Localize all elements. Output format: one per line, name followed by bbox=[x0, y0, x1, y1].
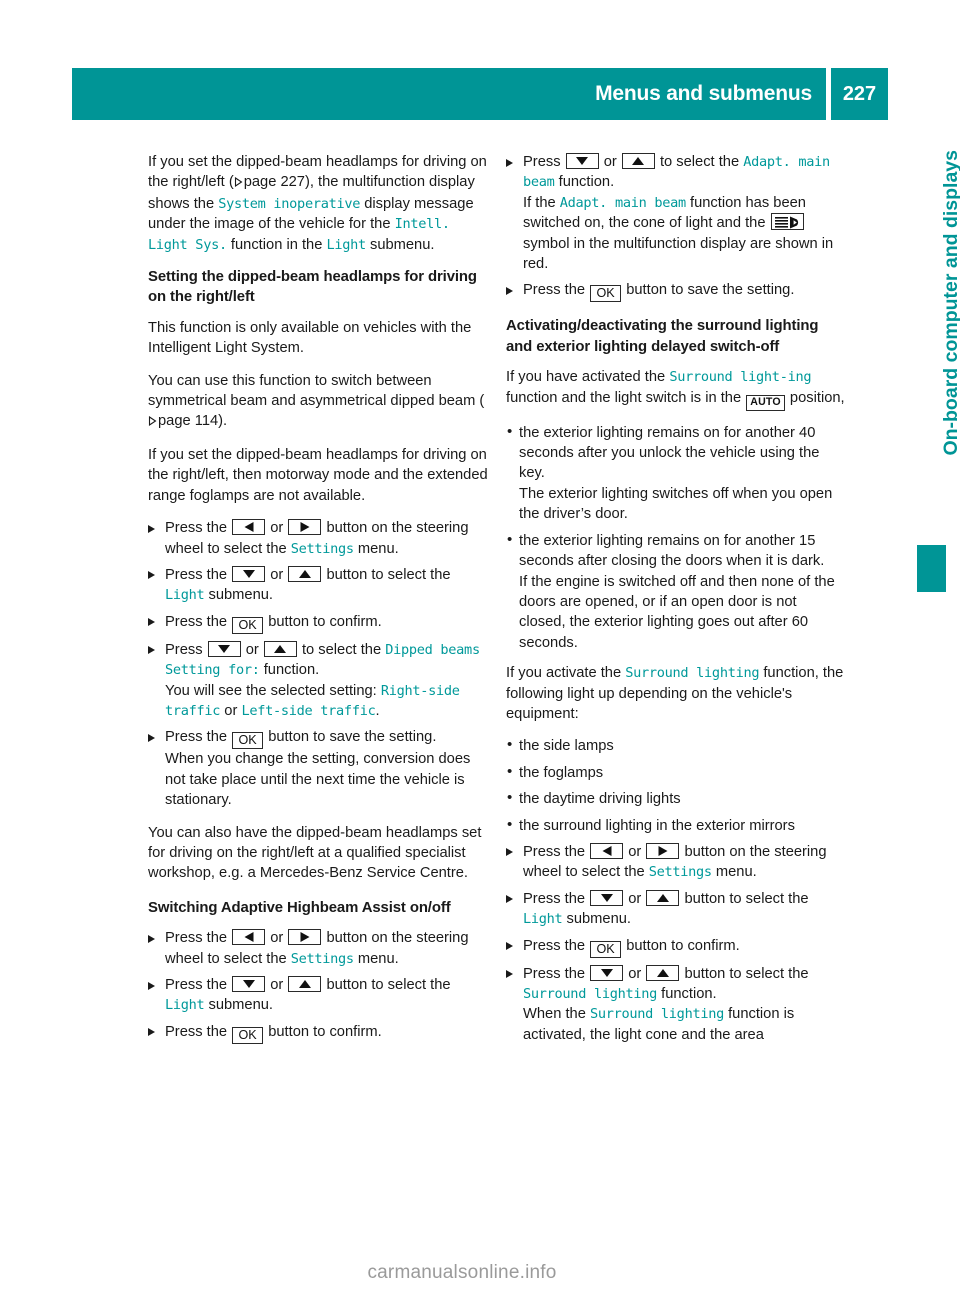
step-item: Press the or button on the steering whee… bbox=[148, 518, 488, 559]
chapter-side-label: On-board computer and displays bbox=[916, 150, 960, 570]
right-column: Press or to select the Adapt. main beam … bbox=[506, 152, 846, 1051]
step-item: Press the or button to select the Light … bbox=[148, 975, 488, 1016]
arrow-up-button-icon[interactable] bbox=[646, 889, 680, 906]
chapter-label-text: On-board computer and displays bbox=[940, 150, 960, 456]
page-title: Menus and submenus bbox=[595, 82, 812, 105]
header-title-bar: Menus and submenus bbox=[72, 68, 826, 120]
display-term: Light bbox=[165, 587, 205, 604]
bullet-item: the side lamps bbox=[506, 735, 846, 756]
bullet-item: the surround lighting in the exterior mi… bbox=[506, 815, 846, 836]
arrow-left-button-icon[interactable] bbox=[232, 929, 266, 946]
chapter-tab-marker bbox=[917, 545, 946, 592]
display-term: Settings bbox=[648, 864, 712, 881]
paragraph: If you set the dipped-beam headlamps for… bbox=[148, 446, 488, 504]
section-heading: Activating/deactivating the surround lig… bbox=[506, 318, 819, 355]
bullet-detail: If the engine is switched off and then n… bbox=[519, 573, 835, 651]
arrow-down-button-icon[interactable] bbox=[565, 153, 599, 169]
step-item: Press the OK button to save the setting. bbox=[506, 280, 846, 303]
arrow-up-button-icon[interactable] bbox=[288, 976, 322, 992]
step-item: Press or to select the Dipped beams Sett… bbox=[148, 640, 488, 722]
section-heading: Setting the dipped-beam headlamps for dr… bbox=[148, 269, 477, 306]
step-detail: When you change the setting, conversion … bbox=[165, 751, 471, 809]
arrow-down-button-icon[interactable] bbox=[207, 640, 241, 657]
paragraph: You can also have the dipped-beam headla… bbox=[148, 824, 482, 882]
arrow-up-button-icon[interactable] bbox=[646, 964, 680, 981]
section-heading: Switching Adaptive Highbeam Assist on/of… bbox=[148, 899, 451, 916]
step-item: Press or to select the Adapt. main beam … bbox=[506, 152, 846, 274]
bullet-item: the foglamps bbox=[506, 762, 846, 783]
footer-watermark: carmanualsonline.info bbox=[367, 1262, 557, 1283]
step-item: Press the OK button to confirm. bbox=[148, 1022, 488, 1044]
page-number: 227 bbox=[842, 82, 877, 105]
display-term: Adapt. main beam bbox=[559, 194, 686, 211]
arrow-down-button-icon[interactable] bbox=[232, 976, 266, 992]
bullet-item: the exterior lighting remains on for ano… bbox=[506, 422, 846, 525]
step-item: Press the or button to select the Light … bbox=[148, 565, 488, 606]
paragraph-intro: If you set the dipped-beam headlamps for… bbox=[148, 154, 487, 253]
display-term: Settings bbox=[290, 950, 354, 967]
auto-light-switch-icon: AUTO bbox=[746, 394, 785, 411]
display-term: Light bbox=[165, 997, 205, 1014]
page-reference-triangle-icon bbox=[148, 412, 157, 432]
left-column: If you set the dipped-beam headlamps for… bbox=[148, 152, 488, 1050]
display-term: Settings bbox=[290, 540, 354, 557]
ok-button-icon[interactable]: OK bbox=[232, 616, 264, 634]
arrow-left-button-icon[interactable] bbox=[232, 519, 266, 536]
step-item: Press the or button to select the Light … bbox=[506, 889, 846, 930]
arrow-down-button-icon[interactable] bbox=[590, 964, 624, 981]
step-item: Press the OK button to confirm. bbox=[148, 612, 488, 634]
ok-button-icon[interactable]: OK bbox=[232, 732, 264, 750]
page-number-box: 227 bbox=[831, 68, 888, 120]
step-item: Press the or button to select the Surrou… bbox=[506, 964, 846, 1046]
display-term: Surround lighting bbox=[523, 986, 658, 1002]
ok-button-icon[interactable]: OK bbox=[590, 940, 622, 958]
page-reference-triangle-icon bbox=[234, 173, 243, 193]
display-term: System inoperative bbox=[218, 195, 361, 212]
paragraph: If you have activated the Surround light… bbox=[506, 367, 846, 411]
arrow-up-button-icon[interactable] bbox=[263, 640, 297, 657]
arrow-left-button-icon[interactable] bbox=[590, 842, 624, 859]
display-term: Surround lighting bbox=[625, 665, 760, 682]
display-term: Left-side traffic bbox=[241, 702, 376, 719]
page-content: If you set the dipped-beam headlamps for… bbox=[148, 152, 848, 1152]
step-detail: If the Adapt. main beam function has bee… bbox=[523, 194, 834, 273]
arrow-right-button-icon[interactable] bbox=[646, 842, 680, 859]
display-term: Surround lighting bbox=[589, 1006, 724, 1023]
adaptive-main-beam-icon bbox=[770, 213, 804, 231]
step-detail: You will see the selected setting: Right… bbox=[165, 682, 460, 719]
display-term: Light bbox=[523, 911, 563, 928]
arrow-down-button-icon[interactable] bbox=[232, 565, 266, 582]
arrow-right-button-icon[interactable] bbox=[288, 929, 322, 946]
paragraph: You can use this function to switch betw… bbox=[148, 371, 488, 433]
bullet-item: the daytime driving lights bbox=[506, 788, 846, 809]
display-term: Surround light-ing bbox=[669, 369, 812, 386]
ok-button-icon[interactable]: OK bbox=[590, 285, 622, 303]
ok-button-icon[interactable]: OK bbox=[232, 1026, 264, 1044]
step-detail: When the Surround lighting function is a… bbox=[523, 1006, 795, 1043]
step-item: Press the OK button to save the setting.… bbox=[148, 727, 488, 810]
bullet-detail: The exterior lighting switches off when … bbox=[519, 485, 833, 523]
step-item: Press the or button on the steering whee… bbox=[148, 928, 488, 969]
step-item: Press the OK button to confirm. bbox=[506, 936, 846, 958]
arrow-down-button-icon[interactable] bbox=[590, 889, 624, 906]
step-item: Press the or button on the steering whee… bbox=[506, 842, 846, 883]
arrow-up-button-icon[interactable] bbox=[288, 565, 322, 582]
display-term: Light bbox=[326, 236, 366, 253]
page-header: Menus and submenus 227 bbox=[72, 68, 888, 120]
bullet-item: the exterior lighting remains on for ano… bbox=[506, 530, 846, 653]
arrow-up-button-icon[interactable] bbox=[621, 153, 655, 169]
paragraph: This function is only available on vehic… bbox=[148, 319, 472, 357]
arrow-right-button-icon[interactable] bbox=[288, 519, 322, 536]
paragraph: If you activate the Surround lighting fu… bbox=[506, 665, 844, 722]
